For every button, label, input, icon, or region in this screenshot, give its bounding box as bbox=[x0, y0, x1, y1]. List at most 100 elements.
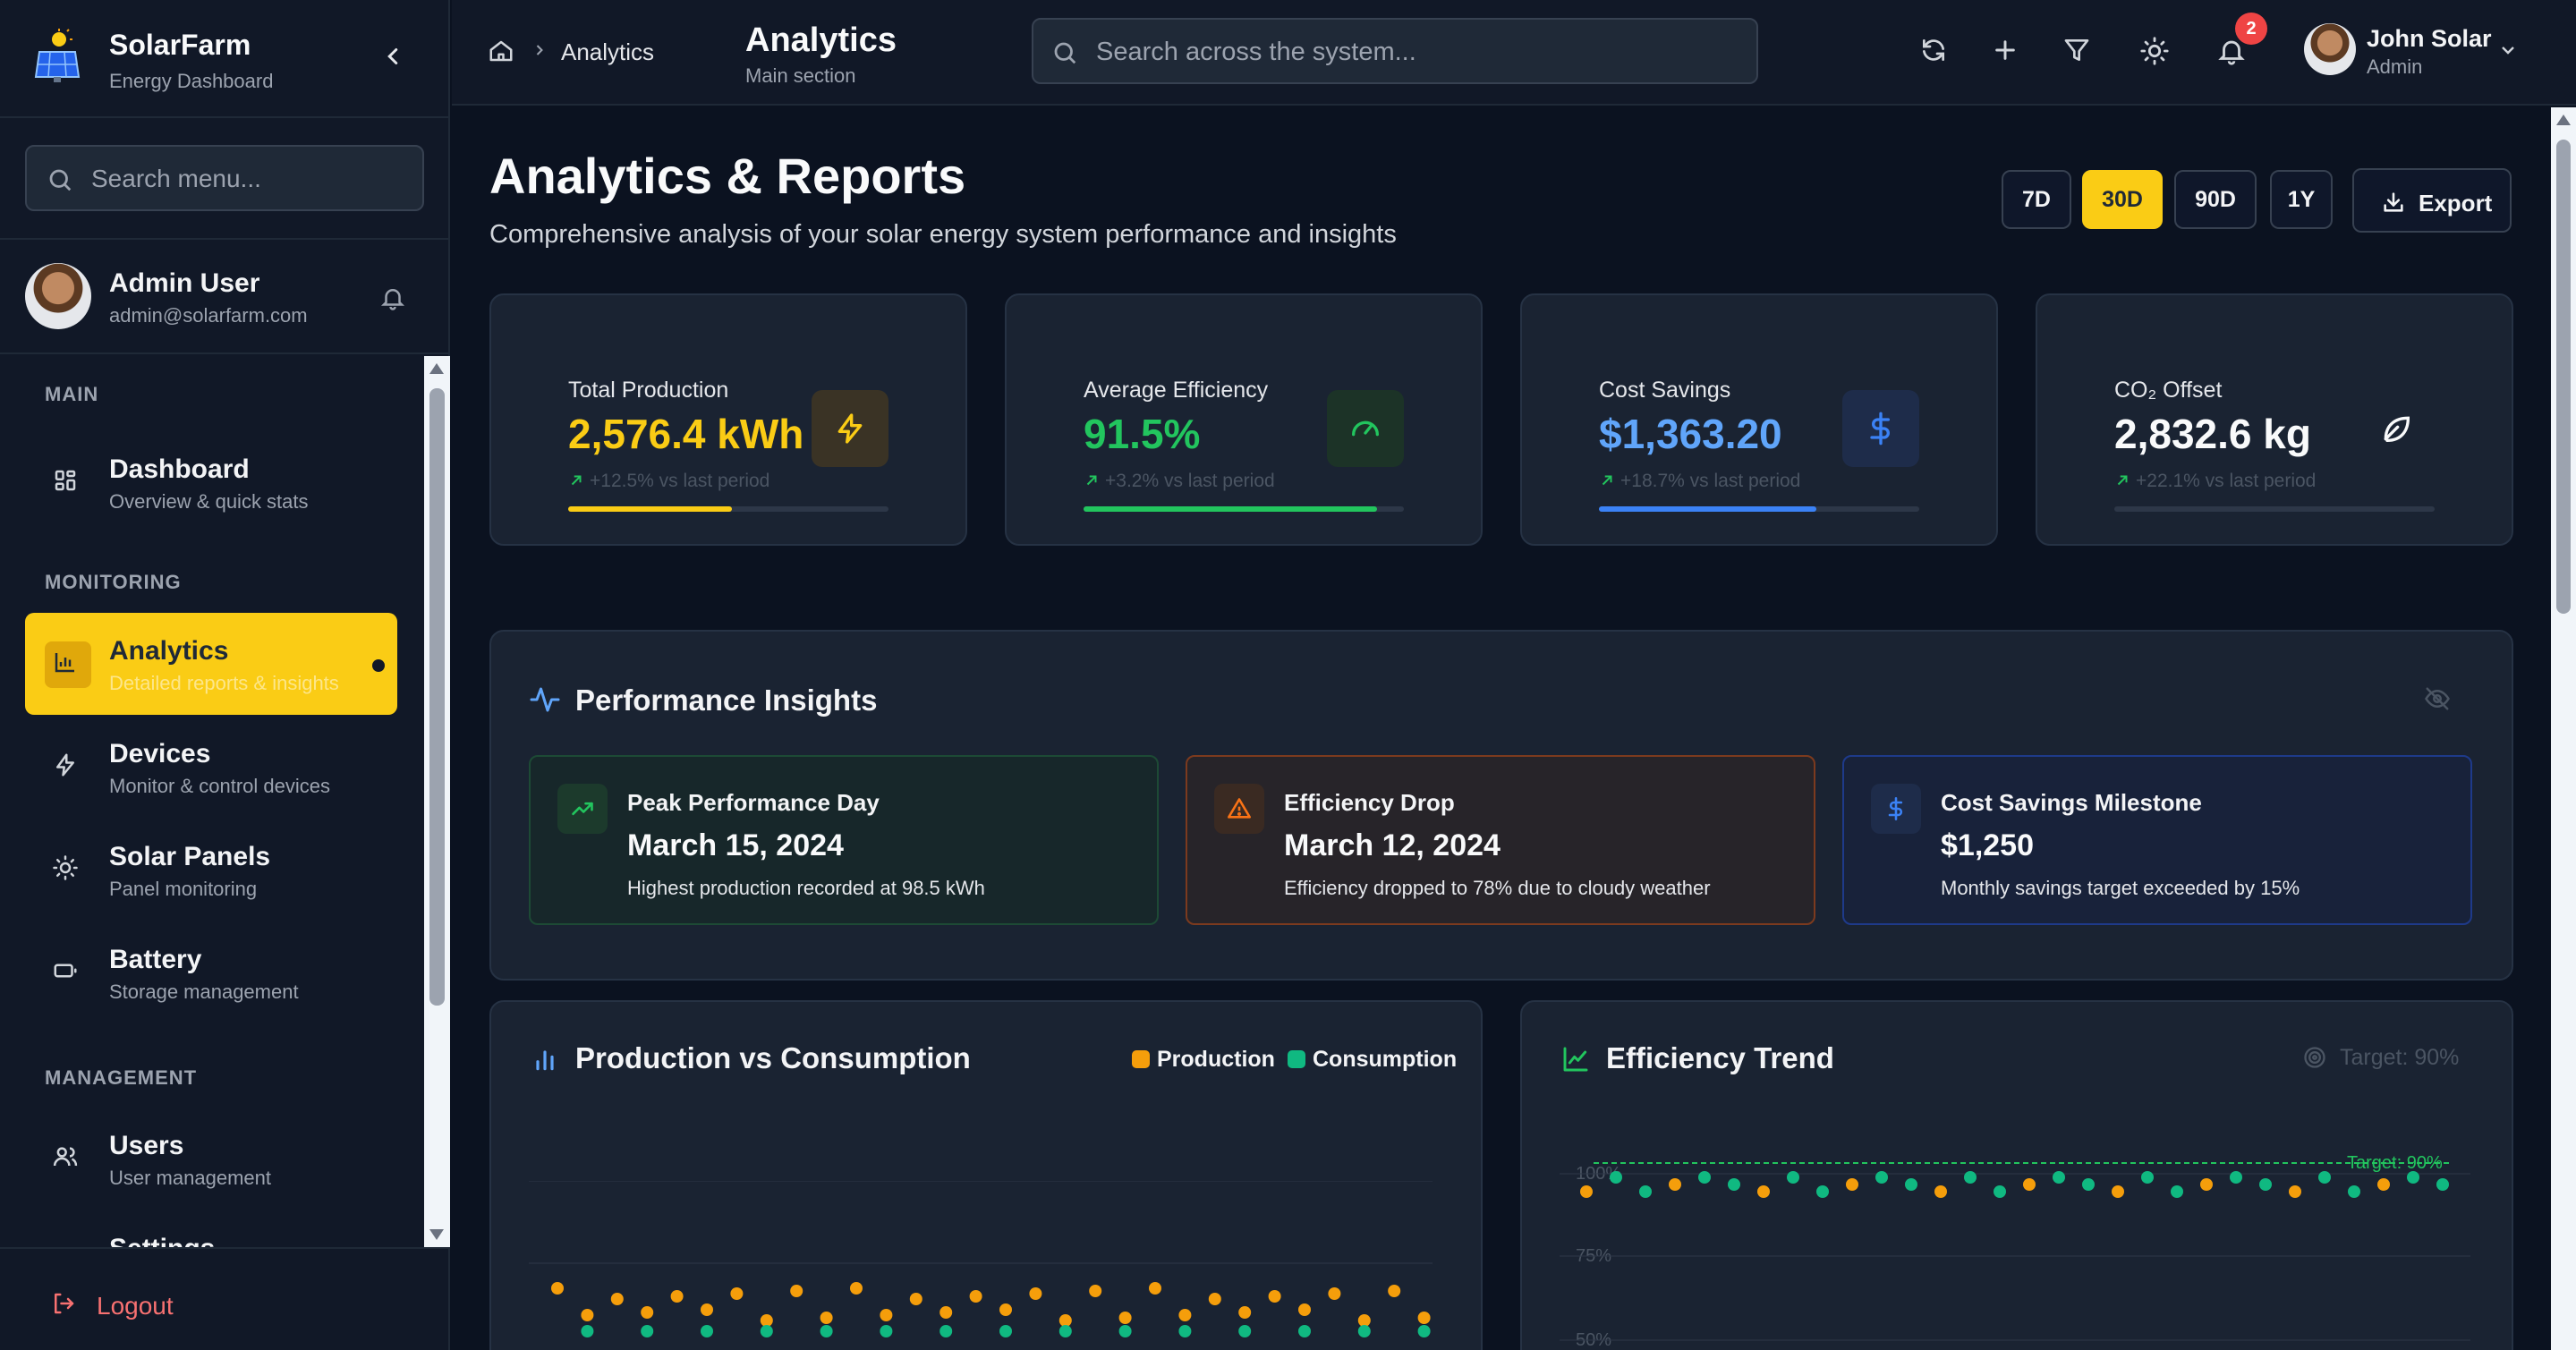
efficiency-point bbox=[1669, 1178, 1681, 1191]
notification-badge: 2 bbox=[2235, 13, 2267, 45]
performance-insights-panel: Performance Insights Peak Performance Da… bbox=[489, 630, 2513, 981]
scroll-up-icon[interactable] bbox=[2556, 115, 2571, 125]
stat-change: +12.5% vs last period bbox=[590, 471, 770, 491]
range-1y-button[interactable]: 1Y bbox=[2270, 170, 2333, 229]
global-search[interactable] bbox=[1032, 18, 1758, 84]
insight-value: $1,250 bbox=[1941, 828, 2034, 862]
efficiency-point bbox=[2259, 1178, 2272, 1191]
sidebar-item-analytics[interactable]: Analytics Detailed reports & insights bbox=[25, 613, 397, 715]
production-point bbox=[760, 1314, 773, 1327]
sidebar-scrollbar[interactable] bbox=[424, 356, 450, 1247]
stat-progress-bar bbox=[2114, 506, 2435, 512]
efficiency-point bbox=[2407, 1171, 2419, 1184]
consumption-point bbox=[641, 1325, 654, 1337]
logout-button[interactable]: Logout bbox=[0, 1247, 450, 1350]
sidebar-item-sublabel: Detailed reports & insights bbox=[109, 672, 339, 694]
stat-card-total-production: Total Production 2,576.4 kWh +12.5% vs l… bbox=[489, 293, 967, 546]
export-button[interactable]: Export bbox=[2352, 168, 2512, 233]
stat-change: +3.2% vs last period bbox=[1105, 471, 1275, 491]
bell-icon[interactable] bbox=[379, 284, 406, 311]
sidebar-search[interactable] bbox=[25, 145, 424, 211]
stat-label: Cost Savings bbox=[1599, 378, 1731, 403]
plus-icon[interactable] bbox=[1991, 36, 2019, 64]
efficiency-point bbox=[1905, 1178, 1917, 1191]
chart-title: Production vs Consumption bbox=[575, 1041, 971, 1074]
efficiency-point bbox=[1934, 1185, 1947, 1198]
consumption-point bbox=[1118, 1325, 1132, 1337]
efficiency-point bbox=[2200, 1178, 2213, 1191]
page-scrollbar[interactable] bbox=[2551, 107, 2576, 1350]
sidebar-item-devices[interactable]: Devices Monitor & control devices bbox=[25, 716, 397, 818]
consumption-point bbox=[701, 1325, 713, 1337]
range-7d-button[interactable]: 7D bbox=[2002, 170, 2071, 229]
sidebar-item-label: Devices bbox=[109, 739, 211, 768]
avatar[interactable] bbox=[25, 263, 91, 329]
top-header: Analytics Analytics Main section 2 John … bbox=[452, 0, 2576, 106]
range-90d-button[interactable]: 90D bbox=[2174, 170, 2257, 229]
bolt-icon bbox=[52, 751, 79, 778]
breadcrumb[interactable]: Analytics bbox=[561, 38, 654, 66]
consumption-point bbox=[760, 1325, 773, 1337]
stat-value: $1,363.20 bbox=[1599, 411, 1782, 457]
stat-value: 91.5% bbox=[1084, 411, 1201, 457]
brand-subtitle: Energy Dashboard bbox=[109, 70, 274, 92]
nav-section-main: MAIN bbox=[45, 383, 99, 405]
arrow-up-right-icon bbox=[2114, 472, 2130, 488]
efficiency-plot: 100% 75% 50% Target: 90% bbox=[1560, 1153, 2470, 1350]
production-point bbox=[939, 1306, 953, 1319]
efficiency-point bbox=[1639, 1185, 1652, 1198]
sidebar-item-users[interactable]: Users User management bbox=[25, 1108, 397, 1210]
scroll-down-icon[interactable] bbox=[429, 1229, 444, 1240]
production-point bbox=[670, 1290, 684, 1303]
main-content: Analytics & Reports Comprehensive analys… bbox=[452, 107, 2551, 1350]
production-point bbox=[999, 1303, 1012, 1316]
production-point bbox=[1298, 1303, 1311, 1316]
production-vs-consumption-chart: Production vs Consumption Production Con… bbox=[489, 1000, 1483, 1350]
sidebar-item-sublabel: Storage management bbox=[109, 981, 299, 1003]
scrollbar-thumb[interactable] bbox=[429, 388, 445, 1006]
efficiency-point bbox=[2289, 1185, 2301, 1198]
activity-icon bbox=[529, 683, 561, 716]
stat-progress-bar bbox=[1084, 506, 1404, 512]
bar-chart-icon bbox=[52, 649, 79, 675]
global-search-input[interactable] bbox=[1096, 32, 1722, 72]
stat-card-co2-offset: CO₂ Offset 2,832.6 kg +22.1% vs last per… bbox=[2036, 293, 2513, 546]
efficiency-point bbox=[1728, 1178, 1740, 1191]
collapse-sidebar-button[interactable] bbox=[379, 43, 406, 70]
sidebar-search-input[interactable] bbox=[91, 159, 404, 199]
production-point bbox=[850, 1282, 863, 1295]
insight-card-efficiency-drop[interactable]: Efficiency Drop March 12, 2024 Efficienc… bbox=[1186, 755, 1815, 925]
target-line-label: Target: 90% bbox=[2347, 1153, 2443, 1173]
stat-progress-bar bbox=[568, 506, 888, 512]
production-point bbox=[1238, 1306, 1252, 1319]
sidebar-item-battery[interactable]: Battery Storage management bbox=[25, 921, 397, 1023]
production-point bbox=[730, 1287, 744, 1300]
avatar[interactable] bbox=[2304, 23, 2356, 75]
efficiency-point bbox=[2318, 1171, 2331, 1184]
sidebar-item-label: Analytics bbox=[109, 636, 229, 666]
bar-chart-icon bbox=[531, 1045, 559, 1074]
sidebar-item-dashboard[interactable]: Dashboard Overview & quick stats bbox=[25, 431, 397, 533]
sidebar-item-settings[interactable]: Settings bbox=[25, 1210, 397, 1247]
scroll-up-icon[interactable] bbox=[429, 363, 444, 374]
production-point bbox=[1357, 1314, 1371, 1327]
filter-icon[interactable] bbox=[2062, 36, 2091, 64]
battery-icon bbox=[52, 957, 79, 984]
range-30d-button[interactable]: 30D bbox=[2082, 170, 2163, 229]
refresh-icon[interactable] bbox=[1919, 36, 1948, 64]
theme-sun-icon[interactable] bbox=[2139, 36, 2170, 66]
insight-card-cost-milestone[interactable]: Cost Savings Milestone $1,250 Monthly sa… bbox=[1842, 755, 2472, 925]
scrollbar-thumb[interactable] bbox=[2556, 140, 2571, 614]
home-icon[interactable] bbox=[488, 38, 514, 64]
sidebar-item-solar-panels[interactable]: Solar Panels Panel monitoring bbox=[25, 819, 397, 921]
page-subtitle: Comprehensive analysis of your solar ene… bbox=[489, 220, 1397, 249]
eye-off-icon[interactable] bbox=[2424, 685, 2451, 712]
legend-consumption: Consumption bbox=[1288, 1047, 1457, 1073]
stat-card-cost-savings: Cost Savings $1,363.20 +18.7% vs last pe… bbox=[1520, 293, 1998, 546]
insight-card-peak[interactable]: Peak Performance Day March 15, 2024 High… bbox=[529, 755, 1159, 925]
active-indicator bbox=[372, 659, 385, 672]
production-point bbox=[1118, 1312, 1132, 1324]
production-point bbox=[1328, 1287, 1341, 1300]
chevron-down-icon[interactable] bbox=[2497, 39, 2519, 61]
stat-change: +22.1% vs last period bbox=[2136, 471, 2317, 491]
